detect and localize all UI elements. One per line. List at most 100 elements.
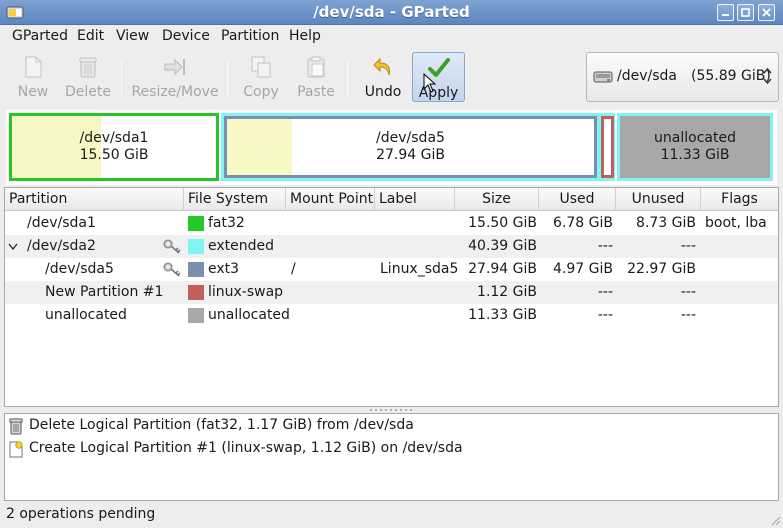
undo-arrow-icon xyxy=(373,57,390,76)
cell-flags: boot, lba xyxy=(705,215,767,231)
status-text: 2 operations pending xyxy=(6,506,156,522)
copy-button[interactable]: Copy xyxy=(238,52,284,102)
menu-view[interactable]: View xyxy=(116,28,149,44)
map-unallocated-size: 11.33 GiB xyxy=(660,147,730,163)
cell-fs: extended xyxy=(208,238,275,254)
fs-color-swatch xyxy=(188,285,204,300)
cell-size: 15.50 GiB xyxy=(468,215,537,231)
cell-partition: New Partition #1 xyxy=(45,284,164,300)
cell-fs: ext3 xyxy=(208,261,240,277)
table-row[interactable]: New Partition #1 linux-swap 1.12 GiB ---… xyxy=(5,281,778,304)
delete-button[interactable]: Delete xyxy=(62,52,114,102)
table-row[interactable]: /dev/sda2 extended 40.39 GiB --- --- xyxy=(5,235,778,258)
table-header: Partition File System Mount Point Label … xyxy=(5,188,778,211)
col-unused[interactable]: Unused xyxy=(616,188,701,211)
map-sda5-text: /dev/sda5 27.94 GiB xyxy=(227,130,594,164)
hard-disk-icon xyxy=(593,71,613,83)
copy-label: Copy xyxy=(243,84,279,100)
device-selector[interactable]: /dev/sda (55.89 GiB) xyxy=(586,52,779,102)
paste-button[interactable]: Paste xyxy=(293,52,339,102)
cell-partition: /dev/sda5 xyxy=(45,261,114,277)
expander-arrow-icon[interactable] xyxy=(8,243,18,251)
close-button[interactable] xyxy=(758,4,775,21)
cell-fs: fat32 xyxy=(208,215,245,231)
device-size: (55.89 GiB) xyxy=(690,68,771,84)
cell-partition: /dev/sda2 xyxy=(27,238,96,254)
toolbar-separator xyxy=(121,59,122,97)
window-title: /dev/sda - GParted xyxy=(313,3,470,21)
cell-size: 40.39 GiB xyxy=(468,238,537,254)
cell-unused: --- xyxy=(680,307,696,323)
table-row[interactable]: /dev/sda1 fat32 15.50 GiB 6.78 GiB 8.73 … xyxy=(5,212,778,235)
map-sda5-size: 27.94 GiB xyxy=(376,147,445,163)
col-size[interactable]: Size xyxy=(455,188,539,211)
map-unallocated-text: unallocated 11.33 GiB xyxy=(620,130,770,164)
col-mount-point[interactable]: Mount Point xyxy=(286,188,375,211)
map-unallocated[interactable]: unallocated 11.33 GiB xyxy=(617,113,773,181)
operation-text: Delete Logical Partition (fat32, 1.17 Gi… xyxy=(29,417,414,433)
col-label[interactable]: Label xyxy=(375,188,455,211)
cell-used: --- xyxy=(597,284,613,300)
trash-icon xyxy=(9,418,23,435)
title-bar: /dev/sda - GParted xyxy=(0,0,783,25)
minimize-button[interactable] xyxy=(717,4,734,21)
delete-label: Delete xyxy=(65,84,111,100)
col-file-system[interactable]: File System xyxy=(184,188,286,211)
map-partition-sda1[interactable]: /dev/sda1 15.50 GiB xyxy=(9,113,219,181)
combo-arrows-icon xyxy=(763,67,772,85)
menu-device[interactable]: Device xyxy=(162,28,210,44)
new-label: New xyxy=(17,84,49,100)
undo-label: Undo xyxy=(364,84,402,100)
resize-move-label: Resize/Move xyxy=(131,84,219,100)
paste-icon xyxy=(307,56,325,78)
cell-partition: unallocated xyxy=(45,307,127,323)
col-partition[interactable]: Partition xyxy=(5,188,184,211)
resize-grip-icon[interactable] xyxy=(769,514,781,526)
menu-help[interactable]: Help xyxy=(289,28,321,44)
cell-fs: linux-swap xyxy=(208,284,284,300)
cell-size: 1.12 GiB xyxy=(477,284,537,300)
map-sda5-name: /dev/sda5 xyxy=(376,130,445,146)
new-document-icon xyxy=(9,441,23,458)
status-bar: 2 operations pending xyxy=(0,502,783,528)
fs-color-swatch xyxy=(188,308,204,323)
cell-size: 11.33 GiB xyxy=(468,307,537,323)
col-used[interactable]: Used xyxy=(539,188,616,211)
cell-unused: --- xyxy=(680,238,696,254)
menu-gparted[interactable]: GParted xyxy=(12,28,68,44)
cell-partition: /dev/sda1 xyxy=(27,215,96,231)
apply-button[interactable]: Apply xyxy=(412,52,465,102)
cell-mount: / xyxy=(291,261,296,277)
partition-table: Partition File System Mount Point Label … xyxy=(4,187,779,407)
cell-label: Linux_sda5 xyxy=(380,261,459,277)
new-button[interactable]: New xyxy=(10,52,56,102)
menu-partition[interactable]: Partition xyxy=(221,28,279,44)
operation-item[interactable]: Create Logical Partition #1 (linux-swap,… xyxy=(5,438,778,460)
cell-fs: unallocated xyxy=(208,307,290,323)
maximize-icon xyxy=(741,8,750,17)
key-icon xyxy=(163,239,181,254)
map-sda1-text: /dev/sda1 15.50 GiB xyxy=(12,130,216,164)
copy-icon xyxy=(251,56,271,78)
resize-move-icon xyxy=(164,58,185,76)
apply-label: Apply xyxy=(418,85,459,101)
map-unallocated-name: unallocated xyxy=(654,130,736,146)
menu-edit[interactable]: Edit xyxy=(77,28,104,44)
map-partition-sda5[interactable]: /dev/sda5 27.94 GiB xyxy=(224,116,597,178)
new-document-icon xyxy=(25,56,42,78)
operation-item[interactable]: Delete Logical Partition (fat32, 1.17 Gi… xyxy=(5,415,778,437)
undo-button[interactable]: Undo xyxy=(358,52,408,102)
operation-text: Create Logical Partition #1 (linux-swap,… xyxy=(29,440,463,456)
map-partition-new-swap[interactable] xyxy=(601,116,614,178)
device-name: /dev/sda xyxy=(617,68,677,84)
cell-unused: 22.97 GiB xyxy=(627,261,696,277)
cell-unused: --- xyxy=(680,284,696,300)
map-extended-sda2[interactable]: /dev/sda5 27.94 GiB xyxy=(221,113,615,181)
maximize-button[interactable] xyxy=(737,4,754,21)
table-row[interactable]: unallocated unallocated 11.33 GiB --- --… xyxy=(5,304,778,327)
resize-move-button[interactable]: Resize/Move xyxy=(130,52,220,102)
table-row[interactable]: /dev/sda5 ext3 / Linux_sda5 27.94 GiB 4.… xyxy=(5,258,778,281)
col-flags[interactable]: Flags xyxy=(701,188,778,211)
partition-map: /dev/sda1 15.50 GiB /dev/sda5 27.94 GiB … xyxy=(6,110,777,185)
cell-used: --- xyxy=(597,307,613,323)
